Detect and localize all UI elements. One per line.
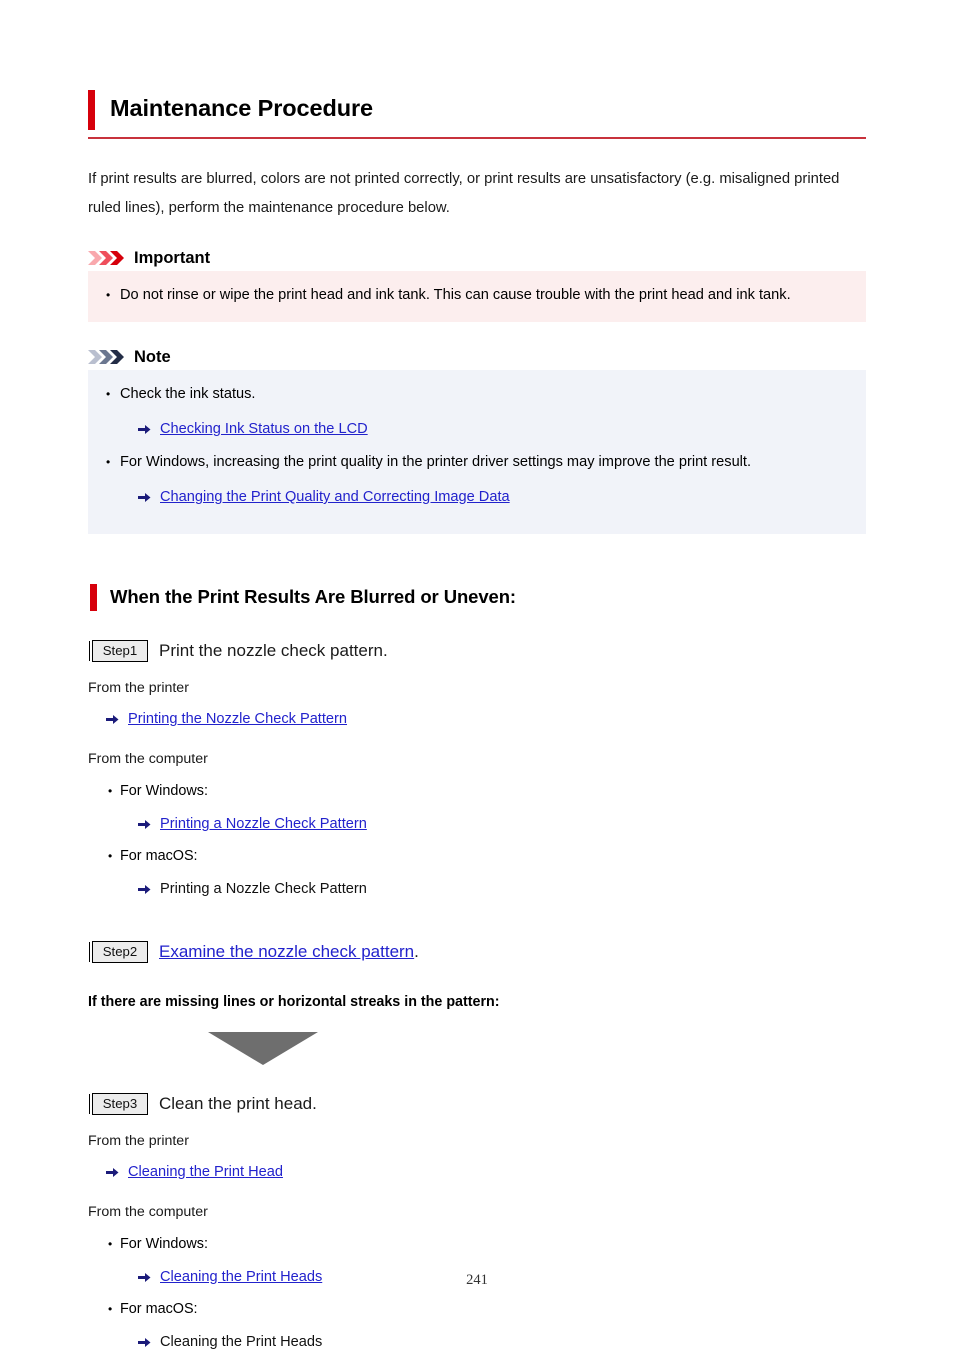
link-printing-a-nozzle-check-pattern-windows[interactable]: Printing a Nozzle Check Pattern (160, 810, 367, 839)
section-heading-block: When the Print Results Are Blurred or Un… (88, 582, 866, 612)
important-heading-row: Important (88, 249, 866, 267)
step2-title: Examine the nozzle check pattern. (159, 937, 419, 966)
arrow-right-icon (138, 483, 151, 503)
list-item: For Windows: Printing a Nozzle Check Pat… (88, 778, 866, 839)
step2-row: Step2 Examine the nozzle check pattern. (88, 937, 866, 966)
triple-chevron-red-icon (88, 250, 128, 267)
step3-row: Step3 Clean the print head. (88, 1092, 866, 1116)
triple-chevron-gray-icon (88, 349, 128, 366)
step1-os-list: For Windows: Printing a Nozzle Check Pat… (88, 778, 866, 904)
down-triangle-icon (208, 1032, 318, 1069)
page-content: Maintenance Procedure If print results a… (88, 88, 866, 1361)
document-page: Maintenance Procedure If print results a… (0, 0, 954, 1350)
flow-arrow-wrap (88, 1031, 866, 1070)
os-label-windows: For Windows: (120, 1236, 208, 1252)
link-printing-the-nozzle-check-pattern[interactable]: Printing the Nozzle Check Pattern (128, 705, 347, 734)
note-link-row: Checking Ink Status on the LCD (138, 415, 852, 444)
note-heading: Note (134, 348, 171, 366)
os-label-macos: For macOS: (120, 1301, 198, 1317)
text-printing-a-nozzle-check-pattern-macos: Printing a Nozzle Check Pattern (160, 881, 367, 897)
step3-macos-link-row: Cleaning the Print Heads (138, 1328, 866, 1357)
link-examine-the-nozzle-check-pattern[interactable]: Examine the nozzle check pattern (159, 942, 414, 961)
step1-from-printer-link-row: Printing the Nozzle Check Pattern (106, 705, 866, 734)
note-list: Check the ink status. Checking Ink Statu… (102, 380, 852, 512)
step3-os-list: For Windows: Cleaning the Print Heads Fo… (88, 1231, 866, 1357)
text-cleaning-the-print-heads-macos: Cleaning the Print Heads (160, 1334, 323, 1350)
arrow-right-icon (106, 705, 119, 725)
step1-title: Print the nozzle check pattern. (159, 641, 388, 660)
list-item: For Windows, increasing the print qualit… (102, 448, 852, 512)
section-heading: When the Print Results Are Blurred or Un… (110, 586, 516, 607)
arrow-right-icon (138, 875, 151, 895)
step2-trailing-period: . (414, 942, 419, 961)
os-label-windows: For Windows: (120, 783, 208, 799)
intro-paragraph: If print results are blurred, colors are… (88, 171, 840, 216)
step1-macos-link-row: Printing a Nozzle Check Pattern (138, 875, 866, 904)
page-title-block: Maintenance Procedure (88, 88, 866, 139)
step3-badge: Step3 (92, 1093, 148, 1115)
note-item-text: Check the ink status. (120, 386, 256, 402)
important-box: Do not rinse or wipe the print head and … (88, 271, 866, 322)
step1-badge: Step1 (92, 640, 148, 662)
step1-from-printer-label: From the printer (88, 680, 189, 696)
step1-from-computer-label: From the computer (88, 751, 208, 767)
os-label-macos: For macOS: (120, 848, 198, 864)
important-heading: Important (134, 249, 211, 267)
step2-condition-text: If there are missing lines or horizontal… (88, 994, 500, 1010)
arrow-right-icon (138, 810, 151, 830)
note-item-text: For Windows, increasing the print qualit… (120, 454, 752, 470)
step3-from-printer-link-row: Cleaning the Print Head (106, 1158, 866, 1187)
step1-row: Step1 Print the nozzle check pattern. (88, 639, 866, 663)
step3-from-printer-label: From the printer (88, 1133, 189, 1149)
step3-from-computer-label: From the computer (88, 1204, 208, 1220)
arrow-right-icon (138, 1328, 151, 1348)
note-link-row: Changing the Print Quality and Correctin… (138, 483, 852, 512)
important-list: Do not rinse or wipe the print head and … (102, 281, 852, 310)
note-heading-row: Note (88, 348, 866, 366)
step3-title: Clean the print head. (159, 1094, 317, 1113)
link-changing-print-quality[interactable]: Changing the Print Quality and Correctin… (160, 483, 510, 512)
page-title: Maintenance Procedure (110, 95, 374, 121)
section-accent-bar (90, 584, 97, 611)
arrow-right-icon (106, 1158, 119, 1178)
note-box: Check the ink status. Checking Ink Statu… (88, 370, 866, 534)
list-item: Check the ink status. Checking Ink Statu… (102, 380, 852, 444)
step2-badge: Step2 (92, 940, 148, 963)
list-item: Do not rinse or wipe the print head and … (102, 281, 852, 310)
page-number: 241 (466, 1272, 488, 1288)
link-cleaning-the-print-head[interactable]: Cleaning the Print Head (128, 1158, 283, 1187)
link-checking-ink-status[interactable]: Checking Ink Status on the LCD (160, 415, 368, 444)
list-item: For macOS: Printing a Nozzle Check Patte… (88, 843, 866, 904)
title-accent-bar (88, 90, 95, 130)
step1-windows-link-row: Printing a Nozzle Check Pattern (138, 810, 866, 839)
list-item: For macOS: Cleaning the Print Heads (88, 1296, 866, 1357)
arrow-right-icon (138, 415, 151, 435)
